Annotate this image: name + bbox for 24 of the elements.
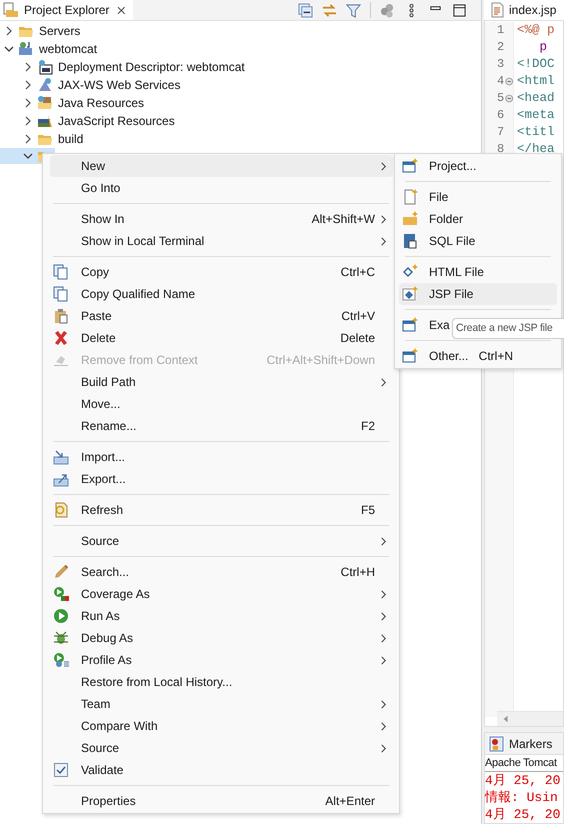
tab-label: Project Explorer	[24, 3, 110, 17]
code-line: <meta	[517, 106, 555, 124]
line-number: 6	[497, 108, 505, 122]
line-number: 7	[497, 125, 505, 140]
code-line: <%@ p	[517, 22, 555, 39]
console-line: 4月 25, 20	[485, 806, 562, 823]
line-number: 3	[497, 57, 505, 72]
console-line: 4月 25, 20	[485, 772, 562, 789]
tab-label: Markers	[509, 736, 552, 750]
code-line: </hea	[517, 140, 555, 158]
console-line: 情報: Usin	[485, 789, 559, 806]
code-line: <!DOC	[517, 56, 555, 73]
line-number: 8	[497, 142, 505, 156]
code-line: <titl	[517, 124, 555, 141]
tab-label: index.jsp	[509, 2, 556, 17]
line-number: 2	[497, 40, 505, 54]
console-title: Apache Tomcat	[485, 755, 563, 772]
code-line: <head	[517, 90, 555, 107]
line-number: 4	[497, 74, 505, 88]
line-number: 1	[497, 23, 505, 38]
code-line: <html	[517, 72, 555, 90]
tooltip: Create a new JSP file	[452, 318, 564, 339]
code-line: p	[538, 38, 548, 56]
line-number: 5	[497, 91, 505, 106]
